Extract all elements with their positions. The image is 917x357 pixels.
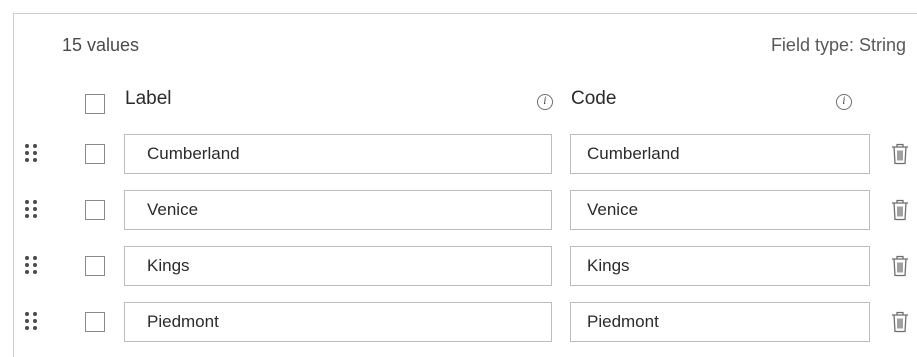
table-row <box>14 244 917 288</box>
values-count: 15 values <box>62 35 140 55</box>
trash-icon[interactable] <box>891 311 909 333</box>
field-type-label: Field type: String <box>770 35 906 55</box>
code-input[interactable] <box>570 246 870 286</box>
drag-handle-icon[interactable] <box>25 144 39 164</box>
info-icon[interactable]: i <box>537 94 553 110</box>
label-input[interactable] <box>124 190 552 230</box>
row-checkbox[interactable] <box>85 200 105 220</box>
code-input[interactable] <box>570 302 870 342</box>
code-input[interactable] <box>570 190 870 230</box>
code-input[interactable] <box>570 134 870 174</box>
label-input[interactable] <box>124 246 552 286</box>
label-column-header: Label <box>125 88 172 109</box>
select-all-checkbox[interactable] <box>85 94 105 114</box>
row-checkbox[interactable] <box>85 312 105 332</box>
info-icon[interactable]: i <box>836 94 852 110</box>
summary-row: 15 values Field type: String <box>14 14 917 76</box>
trash-icon[interactable] <box>891 199 909 221</box>
trash-icon[interactable] <box>891 255 909 277</box>
row-checkbox[interactable] <box>85 144 105 164</box>
drag-handle-icon[interactable] <box>25 256 39 276</box>
coded-values-panel: 15 values Field type: String Label i Cod… <box>13 13 917 357</box>
label-input[interactable] <box>124 134 552 174</box>
row-checkbox[interactable] <box>85 256 105 276</box>
cropped-top-text <box>0 0 917 14</box>
table-header: Label i Code i <box>14 86 917 118</box>
drag-handle-icon[interactable] <box>25 312 39 332</box>
table-row <box>14 132 917 176</box>
code-column-header: Code <box>571 88 617 109</box>
table-row <box>14 300 917 344</box>
table-row <box>14 188 917 232</box>
label-input[interactable] <box>124 302 552 342</box>
drag-handle-icon[interactable] <box>25 200 39 220</box>
domain-values-editor: 15 values Field type: String Label i Cod… <box>0 0 917 357</box>
trash-icon[interactable] <box>891 143 909 165</box>
